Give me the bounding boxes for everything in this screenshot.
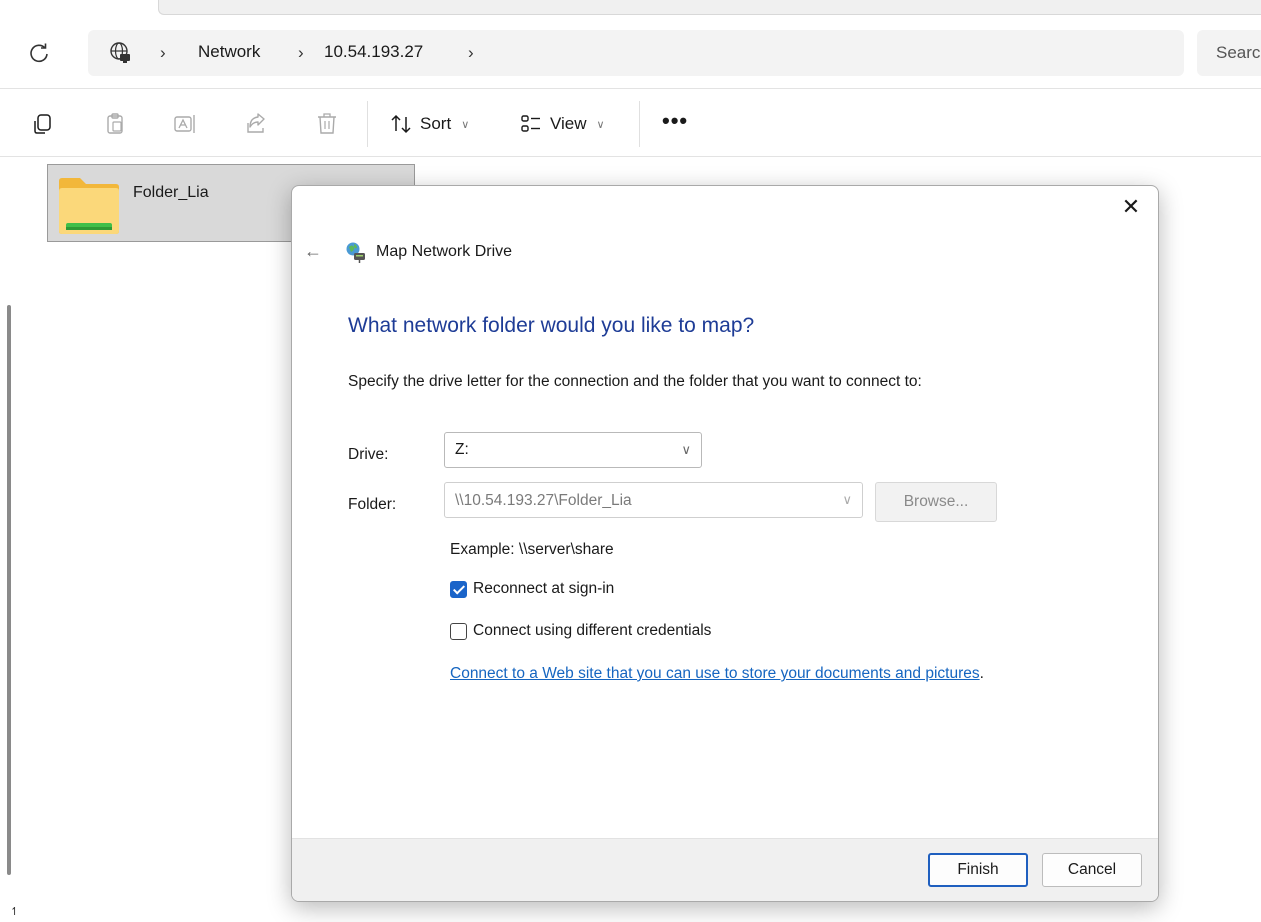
- web-site-link-row: Connect to a Web site that you can use t…: [450, 665, 984, 683]
- drive-value: Z:: [455, 441, 469, 458]
- paste-icon[interactable]: [103, 111, 129, 137]
- reconnect-label: Reconnect at sign-in: [473, 580, 615, 597]
- breadcrumb-separator: ›: [160, 43, 166, 62]
- cancel-button[interactable]: Cancel: [1042, 853, 1142, 887]
- edge-glyph: ↿: [10, 906, 20, 918]
- breadcrumb-separator[interactable]: ›: [298, 43, 304, 63]
- web-site-link-suffix: .: [979, 665, 984, 682]
- drive-label: Drive:: [348, 446, 389, 463]
- view-label: View: [550, 114, 587, 133]
- network-globe-icon: [108, 41, 132, 65]
- address-bar[interactable]: › Network › 10.54.193.27 ›: [88, 30, 1184, 76]
- toolbar-separator: [639, 101, 640, 147]
- toolbar-separator: [367, 101, 368, 147]
- dialog-footer: Finish Cancel: [292, 838, 1158, 901]
- reconnect-checkbox[interactable]: [450, 580, 467, 598]
- close-button[interactable]: ✕: [1118, 194, 1144, 220]
- sort-icon: [391, 114, 411, 134]
- delete-icon[interactable]: [314, 111, 340, 137]
- window-top-strip: [158, 0, 1261, 15]
- chevron-down-icon: ∨: [842, 492, 852, 507]
- map-network-drive-icon: [345, 241, 367, 263]
- dialog-instruction: Specify the drive letter for the connect…: [348, 373, 922, 390]
- folder-value: \\10.54.193.27\Folder_Lia: [455, 492, 632, 509]
- rename-icon[interactable]: [172, 111, 198, 137]
- sort-button[interactable]: Sort ∨: [390, 111, 469, 137]
- finish-button[interactable]: Finish: [928, 853, 1028, 887]
- drive-select[interactable]: Z: ∨: [444, 432, 702, 468]
- toolbar-divider: [0, 156, 1261, 157]
- more-options-button[interactable]: •••: [662, 108, 688, 134]
- map-network-drive-dialog: ✕ ← Map Network Drive What network folde…: [291, 185, 1159, 902]
- refresh-icon[interactable]: [26, 40, 52, 66]
- chevron-down-icon: ∨: [596, 118, 605, 131]
- folder-icon: [56, 177, 122, 237]
- back-arrow-icon[interactable]: ←: [304, 241, 322, 262]
- search-placeholder: Search: [1216, 43, 1261, 62]
- folder-example-text: Example: \\server\share: [450, 541, 614, 558]
- chevron-down-icon: ∨: [461, 118, 470, 131]
- scrollbar[interactable]: [7, 305, 11, 875]
- web-site-link[interactable]: Connect to a Web site that you can use t…: [450, 665, 980, 682]
- browse-button[interactable]: Browse...: [875, 482, 997, 522]
- breadcrumb-item-network[interactable]: Network: [198, 42, 260, 62]
- credentials-option[interactable]: Connect using different credentials: [450, 622, 711, 640]
- credentials-checkbox[interactable]: [450, 622, 467, 640]
- sort-label: Sort: [420, 114, 452, 133]
- reconnect-option[interactable]: Reconnect at sign-in: [450, 580, 614, 598]
- new-icon[interactable]: [30, 111, 56, 137]
- address-divider: [0, 88, 1261, 89]
- credentials-label: Connect using different credentials: [473, 622, 712, 639]
- dialog-title: Map Network Drive: [376, 243, 513, 260]
- dialog-heading: What network folder would you like to ma…: [348, 314, 755, 337]
- folder-combobox[interactable]: \\10.54.193.27\Folder_Lia ∨: [444, 482, 863, 518]
- view-icon: [521, 115, 540, 132]
- breadcrumb-separator[interactable]: ›: [468, 43, 474, 63]
- breadcrumb-item-ip[interactable]: 10.54.193.27: [324, 42, 423, 62]
- search-box[interactable]: Search: [1197, 30, 1261, 76]
- folder-name: Folder_Lia: [133, 184, 209, 201]
- view-button[interactable]: View ∨: [520, 111, 605, 137]
- chevron-down-icon: ∨: [681, 442, 691, 457]
- folder-label: Folder:: [348, 496, 397, 513]
- share-icon[interactable]: [244, 111, 270, 137]
